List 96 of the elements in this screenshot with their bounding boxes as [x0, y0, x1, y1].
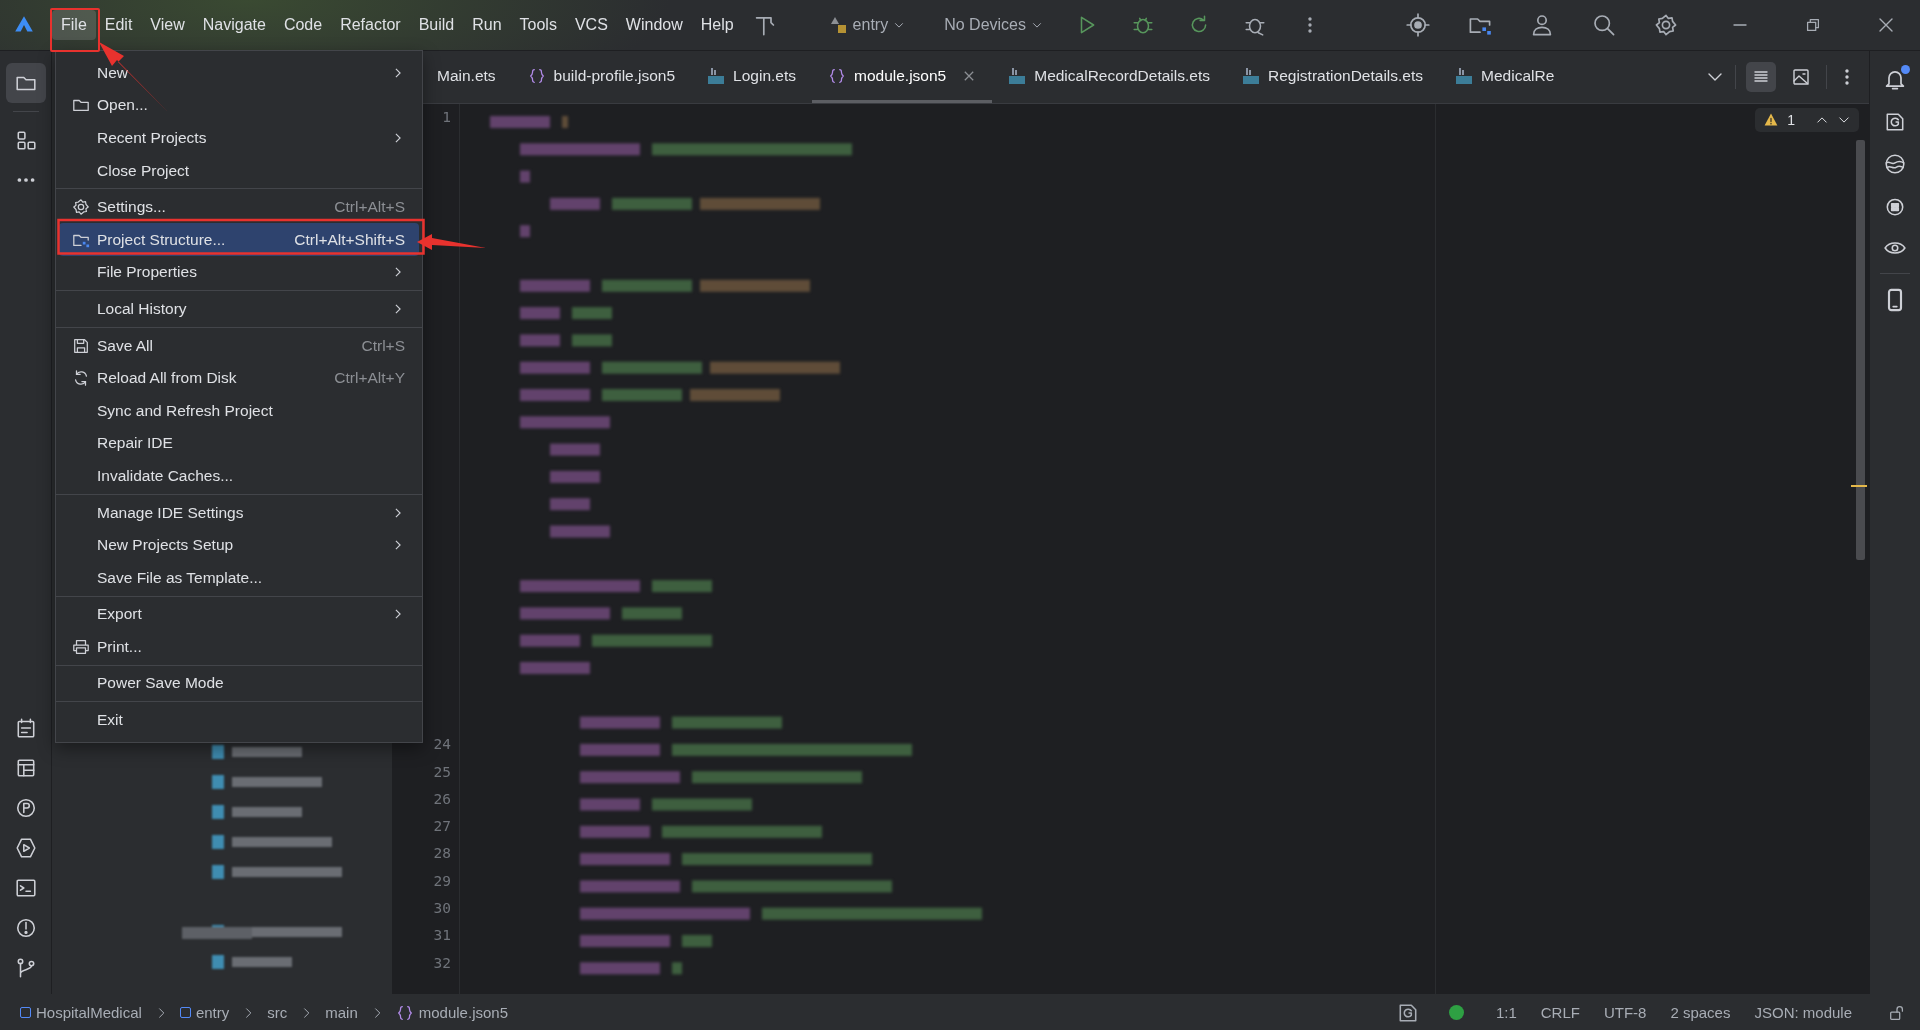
menu-item[interactable]: Run	[463, 10, 511, 40]
problems-icon[interactable]	[14, 917, 37, 939]
menu-item[interactable]: Help	[691, 10, 743, 40]
warning-counter[interactable]: 1	[1755, 108, 1859, 132]
menu-entry[interactable]: Close Project	[59, 154, 419, 187]
menu-entry[interactable]: Save File as Template...	[59, 561, 419, 594]
device-selector[interactable]: No Devices	[938, 12, 1050, 38]
menu-item[interactable]: Refactor	[331, 10, 410, 40]
menu-item[interactable]: Navigate	[193, 10, 275, 40]
image-preview-icon[interactable]	[1791, 67, 1811, 87]
menu-entry[interactable]: Settings... Ctrl+Alt+S	[59, 190, 419, 224]
printer-icon	[72, 637, 90, 656]
menu-entry[interactable]: Reload All from Disk Ctrl+Alt+Y	[59, 361, 419, 395]
status-item[interactable]: 1:1	[1487, 1002, 1525, 1023]
line-number: 29	[433, 871, 451, 891]
menu-entry[interactable]: Invalidate Caches...	[59, 459, 419, 493]
menu-entry[interactable]: Save All Ctrl+S	[59, 329, 419, 362]
restore-icon[interactable]	[1804, 16, 1822, 34]
braces-icon	[527, 66, 546, 85]
editor-tab[interactable]: build-profile.json5	[511, 51, 692, 103]
status-item[interactable]: CRLF	[1532, 1002, 1588, 1023]
editor-tab[interactable]: module.json5	[812, 51, 993, 103]
line-number: 25	[433, 762, 451, 782]
scrollbar[interactable]	[1856, 140, 1865, 560]
target-icon[interactable]	[1406, 13, 1430, 37]
menu-entry[interactable]: Recent Projects	[59, 121, 419, 155]
menu-entry[interactable]: File Properties	[59, 256, 419, 289]
status-item[interactable]: JSON: module	[1746, 1002, 1860, 1023]
breadcrumb[interactable]: HospitalMedical	[16, 1002, 146, 1023]
braces-icon	[395, 1003, 414, 1022]
menu-item[interactable]: Edit	[95, 10, 142, 40]
line-number: 28	[433, 844, 451, 864]
settings-icon	[72, 198, 90, 217]
module-icon	[20, 1007, 31, 1018]
menu-item[interactable]: View	[141, 10, 194, 40]
run-panel-icon[interactable]	[14, 837, 37, 859]
line-number: 31	[433, 926, 451, 946]
account-icon[interactable]	[1530, 13, 1554, 37]
line-number: 24	[433, 735, 451, 755]
menu-item[interactable]: Build	[409, 10, 464, 40]
ets-file-icon	[1455, 66, 1474, 85]
status-item[interactable]: 2 spaces	[1662, 1002, 1739, 1023]
menu-item[interactable]: Tools	[510, 10, 566, 40]
breadcrumb[interactable]: src	[263, 1002, 292, 1023]
menu-entry[interactable]: Sync and Refresh Project	[59, 394, 419, 428]
run-config-selector[interactable]: entry	[822, 11, 913, 39]
highlight-frame	[50, 8, 100, 52]
project-tool-button[interactable]	[5, 63, 46, 103]
menu-item[interactable]: VCS	[565, 10, 617, 40]
ets-file-icon	[1008, 66, 1027, 85]
profiler-icon[interactable]	[14, 797, 37, 819]
g-badge-icon[interactable]	[1884, 111, 1906, 133]
menu-item[interactable]: File	[52, 10, 96, 40]
terminal-icon[interactable]	[14, 877, 37, 899]
editor-tab[interactable]: Main.ets	[421, 51, 512, 103]
warning-marker	[1851, 485, 1867, 487]
menu-entry[interactable]: New Projects Setup	[59, 528, 419, 562]
menu-entry[interactable]: Print...	[59, 630, 419, 664]
line-number: 27	[433, 817, 451, 837]
breadcrumb[interactable]: main	[321, 1002, 362, 1023]
editor-tab[interactable]: MedicalRecordDetails.ets	[992, 51, 1226, 103]
menu-entry[interactable]: Export	[59, 598, 419, 631]
line-number: 32	[433, 953, 451, 973]
module-shapes-icon	[828, 15, 849, 35]
menu-entry[interactable]: Local History	[59, 292, 419, 326]
menu-entry[interactable]: Open...	[59, 89, 419, 122]
menu-item[interactable]: Code	[274, 10, 332, 40]
settings-icon[interactable]	[1654, 13, 1678, 37]
menu-entry[interactable]: Manage IDE Settings	[59, 496, 419, 529]
editor-tab[interactable]: Login.ets	[691, 51, 812, 103]
menu-entry[interactable]: Exit	[59, 703, 419, 737]
globe-wave-icon[interactable]	[1884, 153, 1906, 175]
arrow-annotation	[417, 234, 486, 250]
editor-tab[interactable]: MedicalRe	[1439, 51, 1602, 103]
editor-tab[interactable]: RegistrationDetails.ets	[1225, 51, 1440, 103]
menu-item[interactable]: Window	[616, 10, 692, 40]
ets-file-icon	[707, 66, 726, 85]
status-dot[interactable]	[1448, 1005, 1464, 1020]
line-number: 26	[433, 789, 451, 809]
search-icon[interactable]	[1592, 13, 1616, 37]
menu-entry[interactable]: Project Structure... Ctrl+Alt+Shift+S	[59, 223, 419, 257]
breadcrumb[interactable]: entry	[175, 1002, 234, 1023]
warning-icon	[1763, 112, 1780, 128]
reload-icon	[72, 369, 90, 388]
code-view-button[interactable]	[1746, 62, 1776, 92]
status-item[interactable]: UTF-8	[1595, 1002, 1655, 1023]
breadcrumb[interactable]: module.json5	[391, 1001, 512, 1024]
unlocked-icon[interactable]	[1888, 1003, 1906, 1022]
braces-icon	[828, 66, 846, 85]
menu-entry[interactable]: New	[59, 56, 419, 90]
line-number: 1	[442, 108, 451, 127]
menu-entry[interactable]: Power Save Mode	[59, 667, 419, 700]
ets-file-icon	[1241, 66, 1260, 85]
line-number: 30	[433, 899, 451, 919]
menu-entry[interactable]: Repair IDE	[59, 427, 419, 460]
module-icon	[179, 1007, 191, 1018]
